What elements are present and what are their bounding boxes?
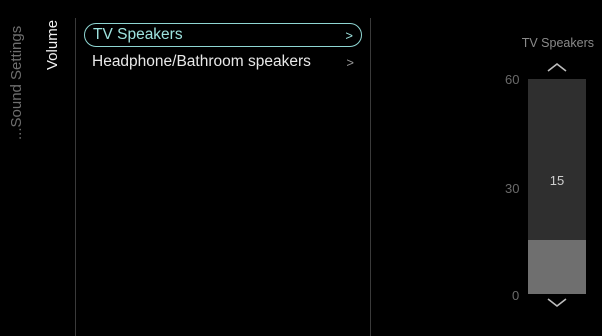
menu-item-tv-speakers[interactable]: TV Speakers > bbox=[84, 23, 362, 47]
slider-title: TV Speakers bbox=[521, 36, 594, 50]
right-divider bbox=[370, 18, 371, 336]
volume-current-value: 15 bbox=[549, 173, 565, 188]
chevron-down-icon[interactable] bbox=[546, 296, 568, 310]
menu-item-headphone-bathroom-speakers[interactable]: Headphone/Bathroom speakers > bbox=[84, 50, 362, 74]
scale-min-label: 0 bbox=[512, 288, 520, 303]
menu-item-label: Headphone/Bathroom speakers bbox=[92, 53, 311, 70]
chevron-right-icon: > bbox=[345, 27, 353, 43]
scale-max-label: 60 bbox=[505, 72, 520, 87]
left-divider bbox=[75, 18, 76, 336]
section-title-volume: Volume bbox=[44, 19, 61, 70]
chevron-up-icon[interactable] bbox=[546, 60, 568, 74]
menu-item-label: TV Speakers bbox=[93, 26, 183, 43]
breadcrumb-sound-settings[interactable]: ...Sound Settings bbox=[8, 26, 25, 140]
chevron-right-icon: > bbox=[346, 54, 354, 70]
volume-slider-fill bbox=[528, 240, 586, 294]
scale-mid-label: 30 bbox=[505, 181, 520, 196]
